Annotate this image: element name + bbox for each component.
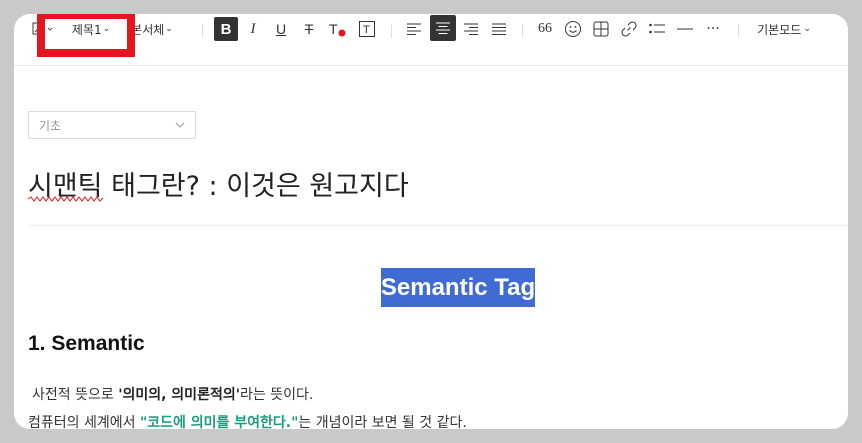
paragraph-2-text: 컴퓨터의 세계에서 (28, 415, 140, 429)
align-right-icon (464, 23, 478, 35)
align-right-button[interactable] (459, 17, 483, 41)
toolbar-divider (522, 24, 523, 38)
strikethrough-icon: T (304, 21, 314, 37)
paragraph-2-emphasis: "코드에 의미를 부여한다." (139, 415, 299, 429)
paragraph-1-text: 사전적 뜻으로 (32, 387, 119, 403)
paragraph-2-tail: 는 개념이라 보면 될 것 같다. (298, 415, 467, 429)
text-color-button[interactable]: T (325, 17, 349, 41)
category-select[interactable]: 기초 (28, 111, 196, 139)
editor-toolbar: 제목1 ⌄ 본서체 ⌄ B I U T T T 66 ··· 기본모드 ⌄ (14, 14, 848, 66)
font-label: 본서체 (131, 22, 165, 37)
more-icon: ··· (706, 21, 720, 37)
align-left-button[interactable] (402, 17, 426, 41)
editor-mode-dropdown[interactable]: 기본모드 ⌄ (752, 14, 816, 44)
text-background-icon: T (359, 21, 375, 37)
italic-button[interactable]: I (241, 17, 265, 41)
chevron-down-icon (175, 122, 185, 128)
quote-button[interactable]: 66 (533, 17, 557, 41)
emoji-button[interactable] (561, 17, 585, 41)
editor-content[interactable]: 기초 시맨틱 태그란? : 이것은 원고지다 Semantic Tag 1. S… (14, 66, 848, 429)
paragraph-style-dropdown[interactable]: 제목1 ⌄ (70, 14, 112, 44)
underline-icon: U (275, 21, 287, 37)
paragraph-1-bold: '의미의, 의미론적의' (118, 387, 240, 403)
bold-icon: B (220, 20, 232, 38)
chevron-down-icon: ⌄ (165, 24, 173, 34)
smiley-icon (565, 21, 581, 37)
align-left-icon (407, 23, 421, 35)
edit-mode-icon[interactable] (30, 14, 56, 44)
align-justify-icon (492, 23, 506, 35)
title-divider (28, 225, 848, 226)
paragraph-style-label: 제목1 (71, 22, 102, 37)
pencil-square-icon (32, 22, 53, 35)
section-heading[interactable]: 1. Semantic (28, 332, 145, 356)
paragraph-1-tail: 라는 뜻이다. (240, 387, 314, 403)
text-background-button[interactable]: T (355, 17, 379, 41)
link-icon (621, 21, 637, 37)
toolbar-divider (391, 24, 392, 38)
strikethrough-button[interactable]: T (297, 17, 321, 41)
underline-button[interactable]: U (269, 17, 293, 41)
spellcheck-underline (28, 196, 104, 202)
text-color-icon: T (329, 21, 346, 37)
align-center-button[interactable] (430, 15, 456, 41)
svg-text:T: T (329, 21, 338, 37)
svg-text:T: T (363, 24, 370, 36)
chevron-down-icon: ⌄ (102, 24, 111, 34)
horizontal-rule-icon (677, 28, 693, 30)
font-dropdown[interactable]: 본서체 ⌄ (124, 14, 180, 44)
align-justify-button[interactable] (487, 17, 511, 41)
italic-icon: I (250, 20, 256, 37)
link-button[interactable] (617, 17, 641, 41)
table-icon (593, 21, 609, 37)
table-button[interactable] (589, 17, 613, 41)
toolbar-divider (202, 24, 203, 38)
paragraph-2[interactable]: 컴퓨터의 세계에서 "코드에 의미를 부여한다."는 개념이라 보면 될 것 같… (28, 412, 467, 429)
bullet-list-button[interactable] (645, 17, 669, 41)
category-select-value: 기초 (39, 118, 62, 133)
quote-icon: 66 (538, 21, 552, 36)
more-options-button[interactable]: ··· (701, 17, 725, 41)
paragraph-1[interactable]: 사전적 뜻으로 '의미의, 의미론적의'라는 뜻이다. (32, 384, 313, 404)
align-center-icon (436, 22, 450, 34)
toolbar-divider (738, 24, 739, 38)
bullet-list-icon (649, 23, 665, 34)
bold-button[interactable]: B (214, 17, 238, 41)
horizontal-rule-button[interactable] (673, 17, 697, 41)
editor-window: 제목1 ⌄ 본서체 ⌄ B I U T T T 66 ··· 기본모드 ⌄ 기초… (14, 14, 848, 429)
editor-mode-label: 기본모드 (757, 22, 802, 37)
chevron-down-icon: ⌄ (803, 24, 811, 34)
highlighted-heading[interactable]: Semantic Tag (381, 268, 535, 307)
